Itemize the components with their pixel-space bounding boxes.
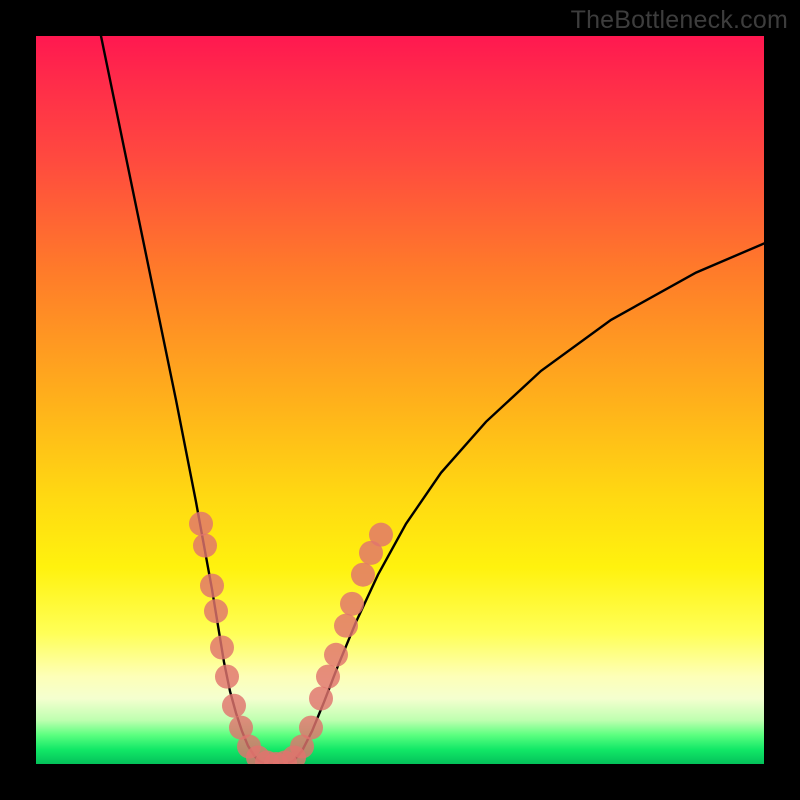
watermark-text: TheBottleneck.com [571,6,788,35]
chart-stage: TheBottleneck.com [0,0,800,800]
gradient-plot-background [36,36,764,764]
